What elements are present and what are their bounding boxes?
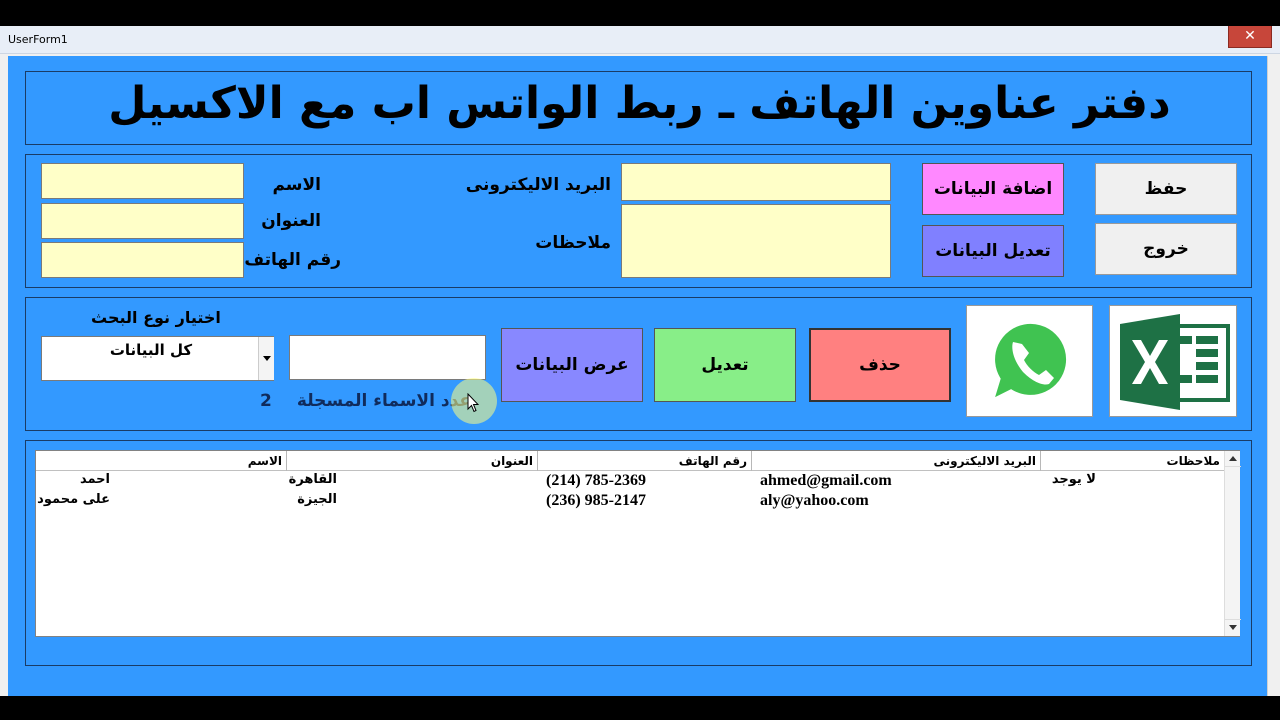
table-header: الاسم العنوان رقم الهاتف البريد الاليكتر…: [36, 451, 1224, 471]
row-phone: (236) 985-2147: [546, 492, 646, 509]
table-frame: الاسم العنوان رقم الهاتف البريد الاليكتر…: [25, 440, 1252, 666]
header-frame: دفتر عناوين الهاتف ـ ربط الواتس اب مع ال…: [25, 71, 1252, 145]
search-input[interactable]: [289, 335, 486, 380]
row-phone: (214) 785-2369: [546, 472, 646, 489]
whatsapp-button[interactable]: [966, 305, 1093, 417]
input-frame: الاسم العنوان رقم الهاتف البريد الاليكتر…: [25, 154, 1252, 288]
close-icon: ✕: [1244, 28, 1256, 44]
page-title: دفتر عناوين الهاتف ـ ربط الواتس اب مع ال…: [108, 78, 1171, 129]
window-title: UserForm1: [8, 33, 68, 46]
notes-field[interactable]: [621, 204, 891, 278]
view-data-button[interactable]: عرض البيانات: [501, 328, 643, 402]
save-button[interactable]: حفظ: [1095, 163, 1237, 215]
row-email: ahmed@gmail.com: [760, 472, 892, 489]
row-notes: لا يوجد: [1051, 472, 1096, 487]
notes-label: ملاحظات: [535, 233, 611, 253]
exit-button[interactable]: خروج: [1095, 223, 1237, 275]
search-type-label: اختيار نوع البحث: [91, 308, 221, 327]
chevron-up-icon: [1229, 456, 1237, 461]
address-field[interactable]: [41, 203, 244, 239]
add-data-button[interactable]: اضافة البيانات: [922, 163, 1064, 215]
search-frame: اختيار نوع البحث كل البيانات عدد الاسماء…: [25, 297, 1252, 431]
userform-window: UserForm1 ✕ دفتر عناوين الهاتف ـ ربط الو…: [0, 26, 1280, 696]
column-header-email: البريد الاليكترونى: [752, 451, 1041, 471]
dropdown-button[interactable]: [258, 337, 274, 380]
chevron-down-icon: [1229, 625, 1237, 630]
row-address: القاهرة: [288, 472, 337, 487]
row-name: على محمود: [37, 492, 110, 507]
delete-button[interactable]: حذف: [809, 328, 951, 402]
name-field[interactable]: [41, 163, 244, 199]
email-field[interactable]: [621, 163, 891, 201]
window-scrollbar[interactable]: [1267, 56, 1280, 696]
column-header-notes: ملاحظات: [1166, 454, 1220, 468]
column-header-name: الاسم: [36, 451, 287, 471]
address-label: العنوان: [261, 211, 321, 231]
mouse-pointer-icon: [467, 392, 480, 417]
table-row[interactable]: على محمود الجيزة (236) 985-2147 aly@yaho…: [36, 492, 1224, 512]
records-listbox[interactable]: الاسم العنوان رقم الهاتف البريد الاليكتر…: [35, 450, 1241, 637]
name-label: الاسم: [272, 175, 321, 195]
close-button[interactable]: ✕: [1228, 26, 1272, 48]
table-row[interactable]: احمد القاهرة (214) 785-2369 ahmed@gmail.…: [36, 472, 1224, 492]
search-type-value: كل البيانات: [109, 341, 193, 359]
excel-button[interactable]: [1109, 305, 1237, 417]
phone-field[interactable]: [41, 242, 244, 278]
chevron-down-icon: [263, 356, 271, 361]
row-name: احمد: [79, 472, 110, 487]
scroll-down-button[interactable]: [1225, 619, 1241, 635]
search-type-select[interactable]: كل البيانات: [41, 336, 274, 381]
excel-icon: [1120, 314, 1230, 410]
registered-count-label: عدد الاسماء المسجلة: [296, 391, 471, 411]
whatsapp-icon: [986, 318, 1072, 407]
edit-data-button[interactable]: تعديل البيانات: [922, 225, 1064, 277]
phone-label: رقم الهاتف: [244, 250, 341, 270]
form-body: دفتر عناوين الهاتف ـ ربط الواتس اب مع ال…: [8, 56, 1267, 696]
scroll-up-button[interactable]: [1225, 451, 1241, 467]
row-email: aly@yahoo.com: [760, 492, 869, 509]
title-bar[interactable]: UserForm1 ✕: [0, 26, 1280, 54]
registered-count-value: 2: [260, 391, 272, 411]
email-label: البريد الاليكترونى: [465, 175, 611, 195]
edit-button[interactable]: تعديل: [654, 328, 796, 402]
column-header-phone: رقم الهاتف: [538, 451, 752, 471]
table-scrollbar[interactable]: [1224, 451, 1241, 636]
row-address: الجيزة: [297, 492, 337, 507]
column-header-address: العنوان: [287, 451, 538, 471]
